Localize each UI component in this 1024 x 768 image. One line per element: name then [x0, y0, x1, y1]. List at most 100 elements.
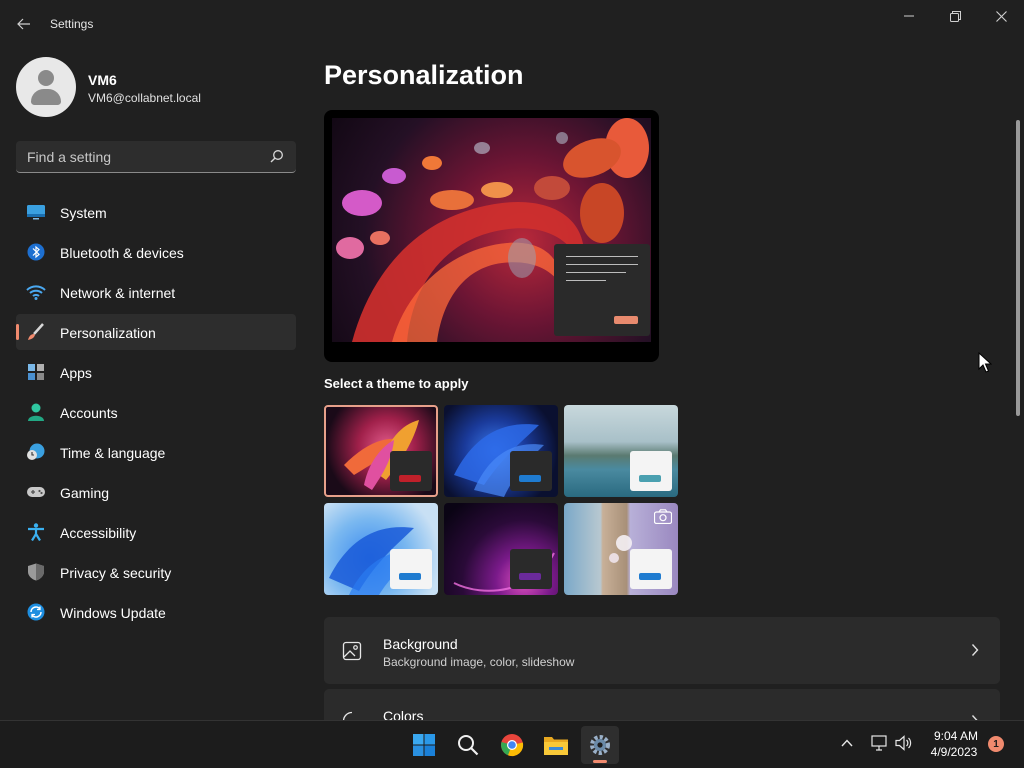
sidebar-item-network[interactable]: Network & internet — [16, 274, 296, 310]
theme-window — [390, 451, 432, 491]
time-language-icon — [27, 443, 45, 460]
chrome-button[interactable] — [493, 726, 531, 764]
windows-logo-icon — [413, 734, 435, 756]
sidebar-nav: System Bluetooth & devices Network & int… — [16, 194, 296, 634]
sidebar-item-accessibility[interactable]: Accessibility — [16, 514, 296, 550]
theme-flow[interactable] — [564, 503, 678, 595]
title-bar: Settings — [0, 0, 1024, 48]
sidebar-item-windows-update[interactable]: Windows Update — [16, 594, 296, 630]
brush-icon — [28, 323, 44, 340]
close-button[interactable] — [978, 0, 1024, 32]
search-box[interactable] — [16, 141, 296, 173]
sidebar-item-apps[interactable]: Apps — [16, 354, 296, 390]
theme-accent-bar — [639, 573, 661, 580]
search-icon — [458, 735, 479, 756]
theme-window — [510, 451, 552, 491]
apps-icon — [28, 364, 44, 380]
theme-window — [630, 549, 672, 589]
start-button[interactable] — [405, 726, 443, 764]
sidebar-item-label: Accounts — [60, 405, 118, 421]
volume-tray-button[interactable] — [895, 735, 913, 754]
sidebar-item-gaming[interactable]: Gaming — [16, 474, 296, 510]
sidebar-item-privacy-security[interactable]: Privacy & security — [16, 554, 296, 590]
theme-accent-bar — [519, 573, 541, 580]
clock-time[interactable]: 9:04 AM — [930, 729, 982, 743]
preview-accent-button — [614, 316, 638, 324]
theme-accent-bar — [519, 475, 541, 482]
sidebar-item-bluetooth[interactable]: Bluetooth & devices — [16, 234, 296, 270]
speaker-icon — [895, 735, 912, 751]
avatar-head — [38, 70, 54, 86]
preview-line — [566, 264, 638, 265]
wallpaper-preview — [332, 118, 651, 342]
theme-preview — [324, 110, 659, 362]
sidebar-item-label: System — [60, 205, 107, 221]
theme-windows-light[interactable] — [324, 503, 438, 595]
preview-line — [566, 256, 638, 257]
accessibility-icon — [28, 523, 44, 541]
update-icon — [27, 603, 45, 621]
theme-heading: Select a theme to apply — [324, 376, 469, 391]
minimize-icon — [904, 15, 914, 17]
app-title: Settings — [50, 17, 94, 31]
avatar[interactable] — [16, 57, 76, 117]
clock-date[interactable]: 4/9/2023 — [924, 745, 984, 759]
sidebar-item-personalization[interactable]: Personalization — [16, 314, 296, 350]
theme-accent-bar — [639, 475, 661, 482]
accounts-icon — [28, 403, 44, 421]
avatar-body — [31, 89, 61, 105]
sidebar-item-label: Network & internet — [60, 285, 176, 301]
chrome-icon — [501, 734, 524, 757]
taskbar — [0, 720, 1024, 768]
theme-grid — [324, 405, 680, 597]
chevron-right-icon — [971, 644, 979, 656]
theme-accent-bar — [399, 573, 421, 580]
arrow-left-icon — [17, 18, 30, 30]
minimize-button[interactable] — [886, 0, 932, 32]
restore-button[interactable] — [932, 0, 978, 32]
sidebar-item-label: Bluetooth & devices — [60, 245, 184, 261]
chevron-up-icon — [841, 739, 853, 747]
scrollbar[interactable] — [1016, 120, 1020, 416]
card-title: Background — [383, 636, 458, 652]
taskbar-search-button[interactable] — [449, 726, 487, 764]
user-name: VM6 — [88, 72, 117, 88]
sidebar-item-label: Accessibility — [60, 525, 137, 541]
wifi-icon — [26, 285, 46, 300]
sidebar-item-label: Apps — [60, 365, 92, 381]
theme-window — [630, 451, 672, 491]
page-title: Personalization — [324, 60, 524, 90]
image-icon — [342, 641, 362, 661]
settings-taskbar-button[interactable] — [581, 726, 619, 764]
theme-sunrise[interactable] — [444, 503, 558, 595]
network-tray-button[interactable] — [871, 735, 889, 754]
preview-line — [566, 280, 606, 281]
theme-window — [510, 549, 552, 589]
sidebar-item-system[interactable]: System — [16, 194, 296, 230]
background-card[interactable]: Background Background image, color, slid… — [324, 617, 1000, 684]
theme-glow[interactable] — [324, 405, 438, 497]
card-subtitle: Background image, color, slideshow — [383, 655, 575, 669]
sidebar-item-label: Windows Update — [60, 605, 166, 621]
search-icon[interactable] — [270, 149, 284, 163]
bluetooth-icon — [27, 243, 45, 261]
sidebar-item-accounts[interactable]: Accounts — [16, 394, 296, 430]
file-explorer-button[interactable] — [537, 726, 575, 764]
colors-card[interactable]: Colors — [324, 689, 1000, 731]
notification-badge[interactable]: 1 — [988, 736, 1004, 752]
tray-overflow-button[interactable] — [841, 735, 853, 751]
mouse-cursor-icon — [978, 352, 992, 373]
camera-icon — [654, 509, 672, 524]
search-input[interactable] — [16, 141, 266, 172]
theme-windows-dark[interactable] — [444, 405, 558, 497]
system-icon — [27, 205, 45, 220]
sidebar-item-label: Privacy & security — [60, 565, 172, 581]
theme-accent-bar — [399, 475, 421, 482]
close-icon — [995, 10, 1007, 22]
theme-captured-motion[interactable] — [564, 405, 678, 497]
sidebar-item-time-language[interactable]: Time & language — [16, 434, 296, 470]
back-button[interactable] — [8, 10, 40, 38]
user-email: VM6@collabnet.local — [88, 91, 201, 105]
preview-window — [554, 244, 650, 336]
sidebar-item-label: Personalization — [60, 325, 156, 341]
